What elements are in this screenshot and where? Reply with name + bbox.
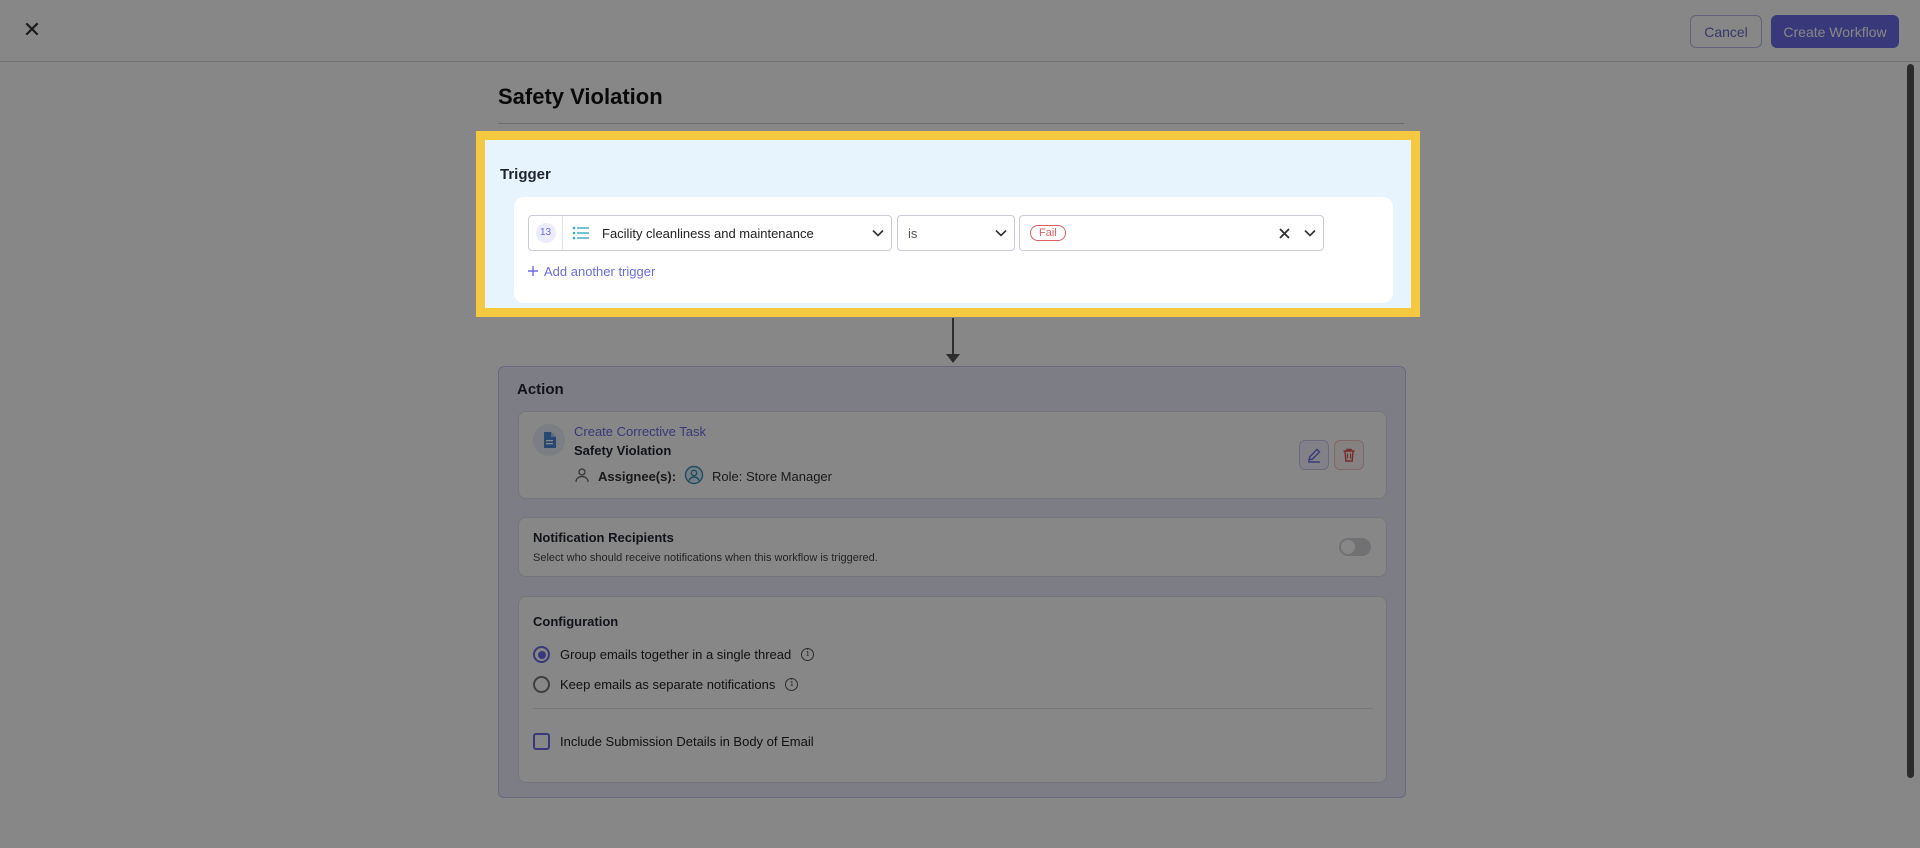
- plus-icon: [528, 264, 538, 279]
- value-tag: Fail: [1030, 225, 1066, 241]
- operator-text: is: [908, 225, 918, 241]
- question-text: Facility cleanliness and maintenance: [602, 225, 814, 241]
- question-number: 13: [535, 223, 556, 243]
- scrollbar[interactable]: [1907, 64, 1914, 778]
- question-number-badge: 13: [529, 216, 563, 250]
- chevron-down-icon[interactable]: [988, 229, 1014, 237]
- question-select[interactable]: 13 Facility cleanliness and maintenance: [528, 215, 892, 251]
- trigger-conditions: 13 Facility cleanliness and maintenance …: [514, 197, 1393, 303]
- modal-dim-overlay: [0, 0, 1920, 848]
- chevron-down-icon[interactable]: [1297, 229, 1323, 237]
- add-trigger-label: Add another trigger: [544, 264, 656, 279]
- value-select[interactable]: Fail: [1019, 215, 1324, 251]
- operator-select[interactable]: is: [897, 215, 1015, 251]
- trigger-heading: Trigger: [500, 166, 551, 183]
- chevron-down-icon[interactable]: [865, 229, 891, 237]
- list-icon: [572, 226, 594, 240]
- trigger-card: Trigger 13 Facility cleanliness and main…: [476, 131, 1420, 317]
- clear-icon[interactable]: [1271, 227, 1297, 239]
- add-trigger-link[interactable]: Add another trigger: [528, 264, 655, 279]
